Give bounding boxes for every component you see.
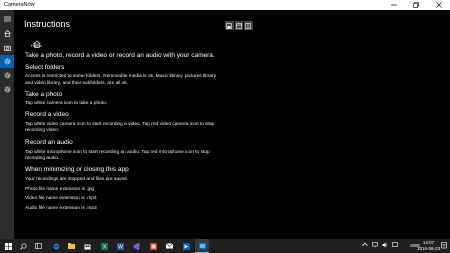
hamburger-menu-button[interactable]	[0, 12, 14, 25]
close-icon	[436, 2, 442, 8]
fullscreen-button[interactable]	[244, 21, 253, 30]
maximize-button[interactable]	[405, 0, 427, 10]
photo-app-icon	[149, 242, 157, 250]
windows-icon	[4, 242, 12, 250]
body-text: Access is restricted to some folders. Re…	[25, 74, 217, 79]
action-center-icon[interactable]	[441, 242, 447, 249]
chevron-up-icon[interactable]	[362, 242, 368, 247]
nav-home-button[interactable]	[0, 27, 14, 40]
window-icon	[235, 22, 242, 29]
save-view-button[interactable]	[225, 21, 234, 30]
store-icon	[84, 244, 90, 249]
volume-icon[interactable]	[382, 242, 388, 248]
fullscreen-icon	[245, 22, 252, 29]
clock-date: 2016-06-23	[416, 246, 440, 251]
section-heading: Take a photo	[25, 91, 63, 98]
task-view-button[interactable]	[31, 239, 45, 253]
close-button[interactable]	[428, 0, 450, 10]
body-text: Photo file name extension is .jpg	[25, 187, 95, 192]
window-title: CameraNow	[4, 2, 35, 8]
excel-icon: X	[100, 242, 108, 250]
nav-options-button[interactable]	[0, 83, 14, 96]
mail-icon	[165, 243, 173, 249]
minimize-button[interactable]	[383, 0, 405, 10]
page-title: Instructions	[24, 19, 71, 29]
taskbar-app-word[interactable]: W	[113, 239, 127, 253]
search-icon	[19, 242, 27, 250]
nav-camera-button[interactable]	[0, 41, 14, 54]
home-icon	[3, 30, 11, 37]
task-view-icon	[34, 243, 42, 249]
home-label: Home	[31, 43, 42, 48]
network-icon[interactable]	[372, 242, 378, 248]
title-bar: CameraNow	[0, 0, 450, 10]
taskbar-app-project[interactable]	[179, 239, 193, 253]
intro-heading: Take a photo, record a video or record a…	[25, 52, 215, 59]
gear-icon	[4, 58, 10, 65]
project-app-icon	[182, 242, 190, 250]
minimize-icon	[391, 4, 397, 6]
nav-rail	[0, 10, 14, 239]
taskbar-app-explorer[interactable]	[64, 239, 78, 253]
home-link[interactable]	[33, 35, 41, 48]
restore-icon	[413, 2, 419, 8]
section-heading: Record a video	[25, 111, 69, 118]
nav-instructions-button[interactable]	[0, 55, 14, 68]
body-text: Your recordings are stopped and files ar…	[25, 177, 129, 182]
nav-settings-button[interactable]	[0, 69, 14, 82]
taskbar-app-photo[interactable]	[146, 239, 160, 253]
menu-icon	[3, 16, 11, 21]
taskbar-app-edge[interactable]	[49, 239, 63, 253]
gear-icon	[4, 86, 10, 93]
body-text: recording video.	[25, 128, 60, 133]
gear-icon	[4, 72, 10, 79]
body-text: Audio file name extension is .mp3	[25, 206, 97, 211]
start-button[interactable]	[1, 239, 15, 253]
taskbar: X W SWE 14:07 2016-06-23	[0, 239, 450, 253]
system-clock[interactable]: 14:07 2016-06-23	[417, 240, 440, 252]
taskbar-app-store[interactable]	[80, 239, 94, 253]
taskbar-app-excel[interactable]: X	[97, 239, 111, 253]
section-heading: When minimizing or closing this app	[25, 166, 129, 173]
visual-studio-icon	[133, 242, 139, 250]
svg-text:W: W	[118, 244, 123, 250]
taskbar-app-visual-studio[interactable]	[129, 239, 143, 253]
folder-icon	[67, 243, 75, 249]
instructions-page: Instructions Home Take a photo, record a…	[14, 10, 450, 239]
section-heading: Select folders	[25, 64, 65, 71]
edge-icon	[53, 243, 59, 249]
word-icon: W	[116, 242, 124, 250]
taskbar-app-mail[interactable]	[162, 239, 176, 253]
camera-icon	[198, 242, 206, 249]
message-icon[interactable]	[392, 242, 398, 248]
search-button[interactable]	[16, 239, 30, 253]
body-text: recording audio.	[25, 156, 60, 161]
body-text: Video file name extension is .mp4	[25, 196, 97, 201]
body-text: and video library, and their subfolders,…	[25, 81, 129, 86]
taskbar-app-cameranow[interactable]	[195, 239, 209, 253]
save-icon	[226, 22, 233, 29]
compact-view-button[interactable]	[234, 21, 243, 30]
camera-icon	[3, 45, 11, 51]
body-text: Tap white camera icon to take a photo.	[25, 101, 108, 106]
top-toolbar	[225, 21, 253, 30]
section-heading: Record an audio	[25, 139, 73, 146]
